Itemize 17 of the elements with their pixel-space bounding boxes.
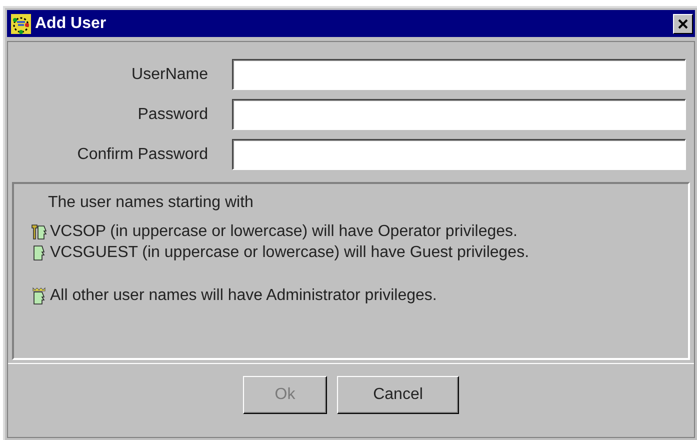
close-button[interactable] [673, 14, 693, 34]
privilege-text: VCSOP (in uppercase or lowercase) will have Operator privileges. [50, 223, 518, 241]
input-field[interactable] [232, 139, 686, 170]
window-title: Add User [35, 14, 108, 32]
field-label: Confirm Password [76, 146, 209, 164]
info-heading: The user names starting with [48, 194, 254, 212]
crowned-face-icon [30, 287, 48, 305]
field-label: UserName [130, 66, 209, 84]
dialog-button[interactable]: Cancel [337, 376, 459, 414]
privilege-text: VCSGUEST (in uppercase or lowercase) will have Guest privileges. [50, 244, 530, 262]
privilege-text: All other user names will have Administrator privileges. [50, 287, 437, 305]
field-label: Password [136, 106, 209, 124]
close-icon [678, 18, 688, 28]
input-field[interactable] [232, 99, 686, 130]
input-field[interactable] [232, 59, 686, 90]
app-icon [11, 14, 31, 34]
wrench-face-icon [30, 223, 48, 241]
